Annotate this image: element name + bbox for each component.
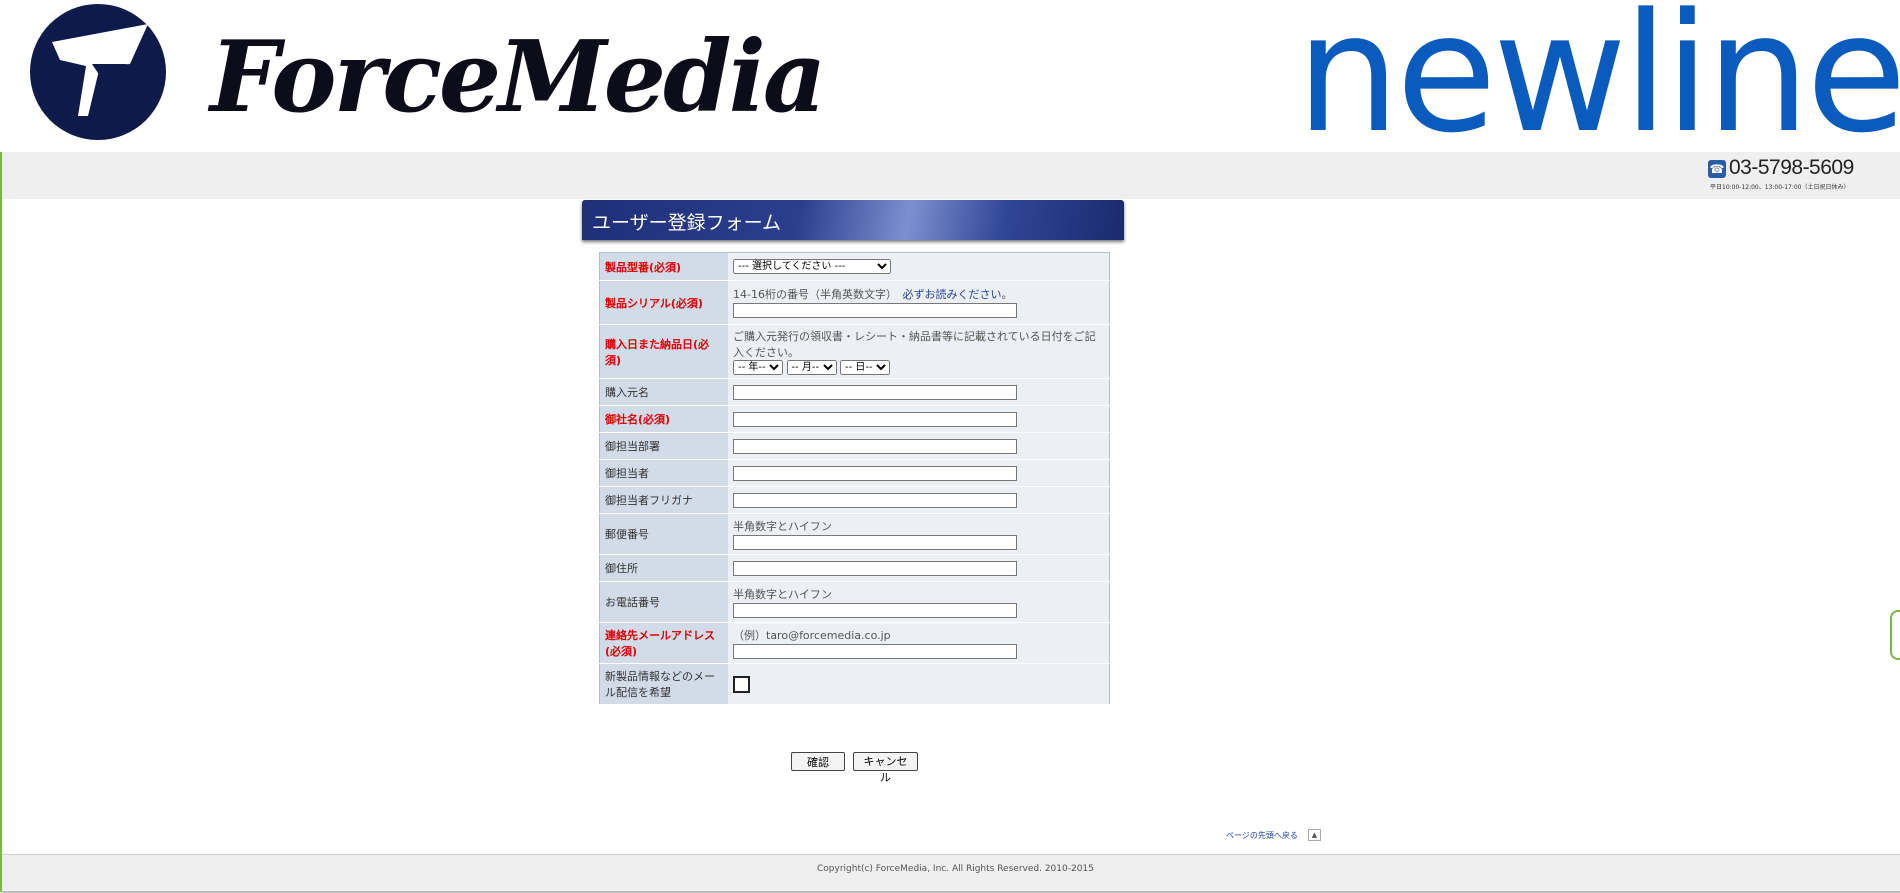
phone-label: お電話番号 [599,581,728,623]
postal-label: 郵便番号 [599,513,728,555]
day-select[interactable]: -- 日-- [840,360,890,375]
form-row-person: 御担当者 [599,459,1110,487]
vendor-label: 購入元名 [599,378,728,406]
newsletter-checkbox[interactable] [733,675,750,693]
form-title-bar: ユーザー登録フォーム [582,200,1124,240]
year-select[interactable]: -- 年-- [733,360,783,375]
address-label: 御住所 [599,554,728,582]
brand-name[interactable]: ForceMedia [210,18,826,138]
serial-label: 製品シリアル(必須) [599,280,728,325]
site-header: ForceMedia newline [0,0,1900,156]
form-row-newsletter: 新製品情報などのメール配信を希望 [599,663,1110,705]
form-row-model: 製品型番(必須) --- 選択してください --- [599,252,1110,281]
form-row-postal: 郵便番号 半角数字とハイフン [599,513,1110,555]
form-row-vendor: 購入元名 [599,378,1110,406]
company-label: 御社名(必須) [599,405,728,433]
purchase-date-label: 購入日また納品日(必須) [599,324,728,379]
contact-bar [2,152,1900,199]
phone-input[interactable] [733,602,1017,618]
cancel-button[interactable]: キャンセル [853,752,918,784]
form-row-company: 御社名(必須) [599,405,1110,433]
confirm-button[interactable]: 確認 [791,752,845,771]
phone-hours: 平日10:00-12:00、13:00-17:00（土日祝日休み） [1710,184,1850,191]
registration-form-table: 製品型番(必須) --- 選択してください --- 製品シリアル(必須) 14-… [599,252,1110,705]
form-row-serial: 製品シリアル(必須) 14-16桁の番号（半角英数文字） 必ずお読みください。 [599,280,1110,325]
phone-number: 03-5798-5609 [1729,156,1854,179]
forcemedia-logo-icon[interactable] [30,4,166,140]
model-select[interactable]: --- 選択してください --- [733,259,891,274]
purchase-date-note: ご購入元発行の領収書・レシート・納品書等に記載されている日付をご記入ください。 [733,330,1096,359]
month-select[interactable]: -- 月-- [786,360,837,375]
person-kana-label: 御担当者フリガナ [599,486,728,514]
side-feedback-tab[interactable] [1890,610,1900,660]
form-row-phone: お電話番号 半角数字とハイフン [599,581,1110,623]
form-row-address: 御住所 [599,554,1110,582]
vendor-input[interactable] [733,384,1017,400]
address-input[interactable] [733,560,1017,576]
phone-icon: ☎ [1708,160,1726,178]
serial-note: 14-16桁の番号（半角英数文字） [733,288,892,301]
newsletter-label: 新製品情報などのメール配信を希望 [599,663,728,705]
postal-note: 半角数字とハイフン [733,519,832,533]
partner-brand-logo[interactable]: newline [1296,0,1900,156]
form-row-person-kana: 御担当者フリガナ [599,486,1110,514]
person-label: 御担当者 [599,459,728,487]
must-read-link[interactable]: 必ずお読みください [902,288,1001,301]
site-footer: Copyright(c) ForceMedia, Inc. All Rights… [2,854,1900,893]
person-input[interactable] [733,465,1017,481]
copyright-text: Copyright(c) ForceMedia, Inc. All Rights… [817,864,1094,874]
model-label: 製品型番(必須) [599,252,728,281]
email-note: （例）taro@forcemedia.co.jp [733,628,891,642]
back-to-top-link[interactable]: ページの先頭へ戻る [1226,830,1298,841]
arrow-up-icon[interactable]: ▲ [1308,829,1321,841]
company-input[interactable] [733,411,1017,427]
postal-input[interactable] [733,534,1017,550]
department-input[interactable] [733,438,1017,454]
form-row-department: 御担当部署 [599,432,1110,460]
form-row-purchase-date: 購入日また納品日(必須) ご購入元発行の領収書・レシート・納品書等に記載されてい… [599,324,1110,379]
serial-input[interactable] [733,303,1017,318]
person-kana-input[interactable] [733,492,1017,508]
phone-note: 半角数字とハイフン [733,587,832,601]
form-row-email: 連絡先メールアドレス(必須) （例）taro@forcemedia.co.jp [599,622,1110,664]
email-label: 連絡先メールアドレス(必須) [599,622,728,664]
email-input[interactable] [733,643,1017,659]
form-title: ユーザー登録フォーム [592,212,782,234]
department-label: 御担当部署 [599,432,728,460]
